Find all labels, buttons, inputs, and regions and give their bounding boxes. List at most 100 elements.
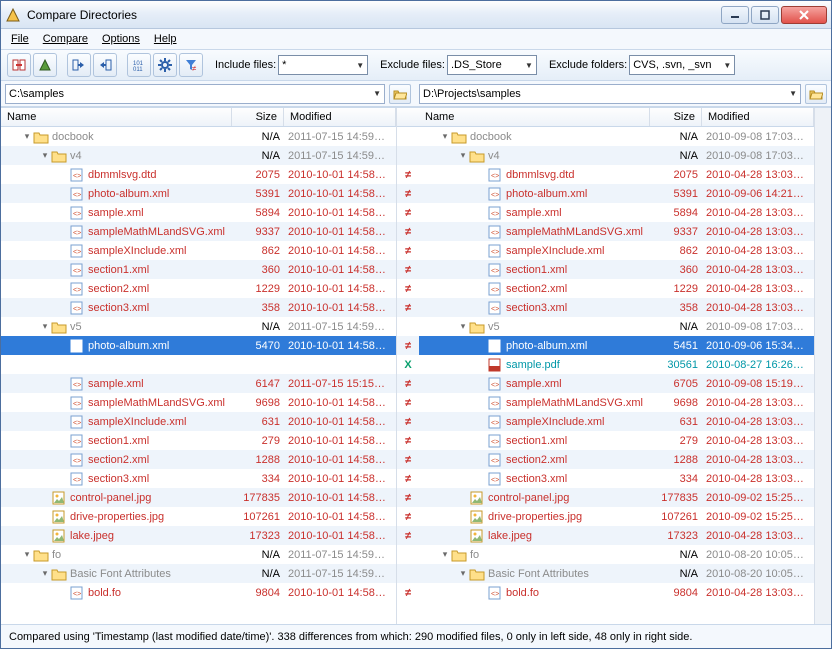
menu-file[interactable]: File	[11, 33, 29, 45]
vertical-scrollbar[interactable]	[814, 108, 831, 624]
table-row[interactable]: <>photo-album.xml54512010-09-06 15:34…	[419, 336, 814, 355]
file-size: N/A	[650, 150, 702, 162]
main-app-button[interactable]	[33, 53, 57, 77]
table-row[interactable]: control-panel.jpg1778352010-10-01 14:58…	[1, 488, 396, 507]
left-browse-button[interactable]	[389, 84, 411, 104]
menu-options[interactable]: Options	[102, 33, 140, 45]
table-row[interactable]: <>sampleXInclude.xml6312010-10-01 14:58…	[1, 412, 396, 431]
table-row[interactable]: lake.jpeg173232010-10-01 14:58…	[1, 526, 396, 545]
col-name[interactable]: Name	[419, 108, 650, 126]
table-row[interactable]: <>section2.xml12292010-04-28 13:03…	[419, 279, 814, 298]
expand-toggle[interactable]: ▾	[21, 549, 33, 560]
copy-right-button[interactable]	[93, 53, 117, 77]
dropdown-arrow-icon: ▼	[525, 61, 533, 70]
table-row[interactable]: lake.jpeg173232010-04-28 13:03…	[419, 526, 814, 545]
table-row[interactable]: <>sample.xml58942010-04-28 13:03…	[419, 203, 814, 222]
maximize-button[interactable]	[751, 6, 779, 24]
copy-left-button[interactable]	[67, 53, 91, 77]
file-modified: 2010-04-28 13:03…	[702, 397, 814, 409]
expand-toggle[interactable]: ▾	[457, 150, 469, 161]
col-size[interactable]: Size	[232, 108, 284, 126]
table-row[interactable]: <>sample.xml61472011-07-15 15:15…	[1, 374, 396, 393]
right-browse-button[interactable]	[805, 84, 827, 104]
table-row[interactable]: <>section2.xml12882010-04-28 13:03…	[419, 450, 814, 469]
table-row[interactable]: <>sampleMathMLandSVG.xml93372010-04-28 1…	[419, 222, 814, 241]
table-row[interactable]	[1, 355, 396, 374]
table-row[interactable]: drive-properties.jpg1072612010-10-01 14:…	[1, 507, 396, 526]
table-row[interactable]: <>section3.xml3582010-04-28 13:03…	[419, 298, 814, 317]
left-path-input[interactable]: C:\samples▼	[5, 84, 385, 104]
table-row[interactable]: <>sampleXInclude.xml6312010-04-28 13:03…	[419, 412, 814, 431]
table-row[interactable]: ▾foN/A2011-07-15 14:59…	[1, 545, 396, 564]
table-row[interactable]: ▾v4N/A2010-09-08 17:03…	[419, 146, 814, 165]
col-modified[interactable]: Modified	[702, 108, 814, 126]
table-row[interactable]: ▾Basic Font AttributesN/A2010-08-20 10:0…	[419, 564, 814, 583]
table-row[interactable]: <>section1.xml2792010-04-28 13:03…	[419, 431, 814, 450]
svg-text:<>: <>	[73, 192, 81, 199]
expand-toggle[interactable]: ▾	[39, 150, 51, 161]
table-row[interactable]: ▾foN/A2010-08-20 10:05…	[419, 545, 814, 564]
table-row[interactable]: <>dbmmlsvg.dtd20752010-10-01 14:58…	[1, 165, 396, 184]
right-rows[interactable]: ▾docbookN/A2010-09-08 17:03…▾v4N/A2010-0…	[419, 127, 814, 624]
table-row[interactable]: <>photo-album.xml54702010-10-01 14:58…	[1, 336, 396, 355]
close-button[interactable]	[781, 6, 827, 24]
left-rows[interactable]: ▾docbookN/A2011-07-15 14:59…▾v4N/A2011-0…	[1, 127, 396, 624]
table-row[interactable]: <>sampleMathMLandSVG.xml96982010-10-01 1…	[1, 393, 396, 412]
menu-help[interactable]: Help	[154, 33, 177, 45]
table-row[interactable]: <>section2.xml12292010-10-01 14:58…	[1, 279, 396, 298]
xml-icon: <>	[487, 585, 503, 601]
table-row[interactable]: <>section3.xml3582010-10-01 14:58…	[1, 298, 396, 317]
table-row[interactable]: <>sampleXInclude.xml8622010-04-28 13:03…	[419, 241, 814, 260]
img-icon	[51, 509, 67, 525]
table-row[interactable]: ▾v5N/A2010-09-08 17:03…	[419, 317, 814, 336]
table-row[interactable]: ▾v5N/A2011-07-15 14:59…	[1, 317, 396, 336]
file-size: 279	[650, 435, 702, 447]
table-row[interactable]: <>bold.fo98042010-10-01 14:58…	[1, 583, 396, 602]
file-size: 9337	[232, 226, 284, 238]
table-row[interactable]: ▾docbookN/A2011-07-15 14:59…	[1, 127, 396, 146]
table-row[interactable]: <>section3.xml3342010-04-28 13:03…	[419, 469, 814, 488]
table-row[interactable]: <>sampleMathMLandSVG.xml96982010-04-28 1…	[419, 393, 814, 412]
table-row[interactable]: sample.pdf305612010-08-27 16:26…	[419, 355, 814, 374]
table-row[interactable]: <>section2.xml12882010-10-01 14:58…	[1, 450, 396, 469]
col-modified[interactable]: Modified	[284, 108, 396, 126]
diff-indicator: X	[397, 355, 419, 374]
expand-toggle[interactable]: ▾	[39, 321, 51, 332]
col-size[interactable]: Size	[650, 108, 702, 126]
table-row[interactable]: <>sampleMathMLandSVG.xml93372010-10-01 1…	[1, 222, 396, 241]
binary-compare-button[interactable]: 101011	[127, 53, 151, 77]
table-row[interactable]: drive-properties.jpg1072612010-09-02 15:…	[419, 507, 814, 526]
table-row[interactable]: ▾docbookN/A2010-09-08 17:03…	[419, 127, 814, 146]
svg-text:<>: <>	[491, 268, 499, 275]
exclude-folders-input[interactable]: CVS, .svn, _svn▼	[629, 55, 735, 75]
exclude-files-input[interactable]: .DS_Store▼	[447, 55, 537, 75]
expand-toggle[interactable]: ▾	[21, 131, 33, 142]
settings-button[interactable]	[153, 53, 177, 77]
table-row[interactable]: <>sample.xml58942010-10-01 14:58…	[1, 203, 396, 222]
right-path-input[interactable]: D:\Projects\samples▼	[419, 84, 801, 104]
expand-toggle[interactable]: ▾	[457, 321, 469, 332]
include-files-input[interactable]: *▼	[278, 55, 368, 75]
table-row[interactable]: <>photo-album.xml53912010-10-01 14:58…	[1, 184, 396, 203]
table-row[interactable]: ▾Basic Font AttributesN/A2011-07-15 14:5…	[1, 564, 396, 583]
filter-button[interactable]: ≠	[179, 53, 203, 77]
expand-toggle[interactable]: ▾	[439, 131, 451, 142]
expand-toggle[interactable]: ▾	[439, 549, 451, 560]
table-row[interactable]: <>dbmmlsvg.dtd20752010-04-28 13:03…	[419, 165, 814, 184]
table-row[interactable]: <>sample.xml67052010-09-08 15:19…	[419, 374, 814, 393]
menu-compare[interactable]: Compare	[43, 33, 88, 45]
table-row[interactable]: <>bold.fo98042010-04-28 13:03…	[419, 583, 814, 602]
col-name[interactable]: Name	[1, 108, 232, 126]
table-row[interactable]: <>section1.xml3602010-10-01 14:58…	[1, 260, 396, 279]
compare-button[interactable]	[7, 53, 31, 77]
table-row[interactable]: <>section1.xml2792010-10-01 14:58…	[1, 431, 396, 450]
table-row[interactable]: <>section3.xml3342010-10-01 14:58…	[1, 469, 396, 488]
expand-toggle[interactable]: ▾	[457, 568, 469, 579]
table-row[interactable]: <>photo-album.xml53912010-09-06 14:21…	[419, 184, 814, 203]
table-row[interactable]: <>section1.xml3602010-04-28 13:03…	[419, 260, 814, 279]
table-row[interactable]: <>sampleXInclude.xml8622010-10-01 14:58…	[1, 241, 396, 260]
expand-toggle[interactable]: ▾	[39, 568, 51, 579]
minimize-button[interactable]	[721, 6, 749, 24]
table-row[interactable]: control-panel.jpg1778352010-09-02 15:25…	[419, 488, 814, 507]
table-row[interactable]: ▾v4N/A2011-07-15 14:59…	[1, 146, 396, 165]
